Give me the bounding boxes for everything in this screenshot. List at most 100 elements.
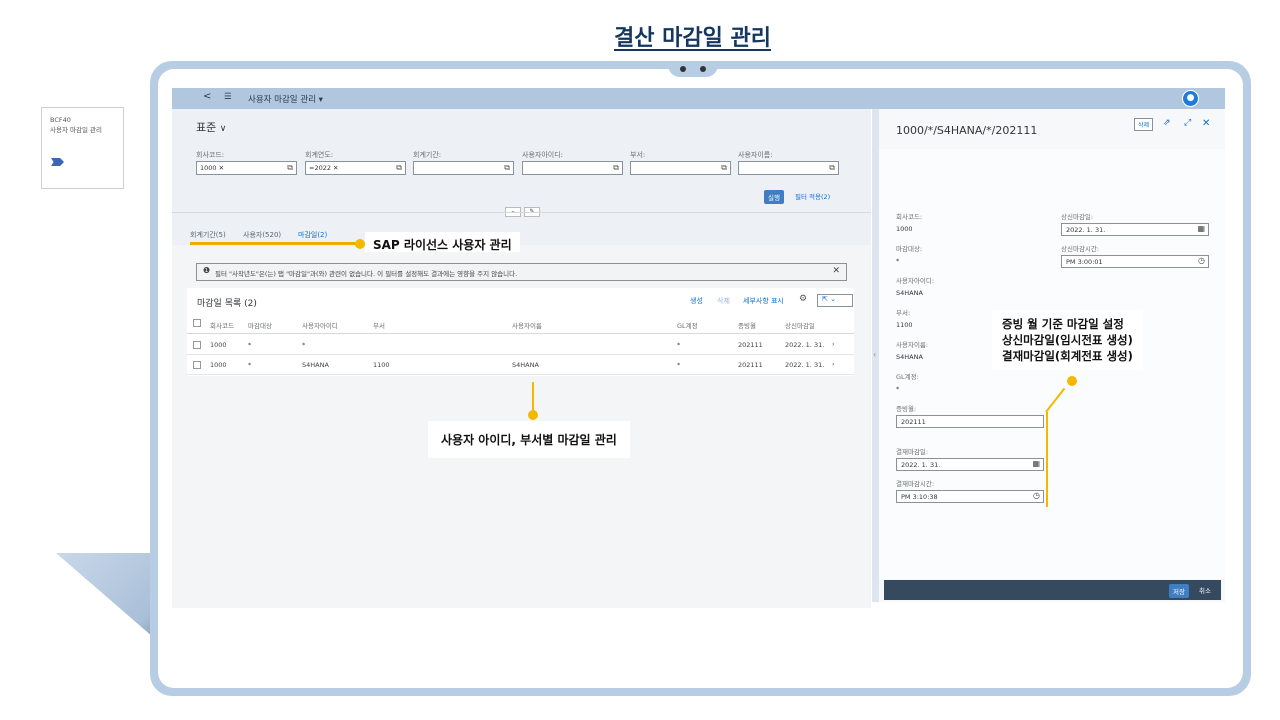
detail-field-label: 마감대상:	[896, 245, 923, 253]
detail-field-value: *	[896, 385, 900, 393]
table-cell: S4HANA	[512, 361, 539, 369]
close-date-label: 결재마감일:	[896, 448, 929, 456]
back-icon[interactable]: <	[203, 91, 211, 102]
column-header[interactable]: 상신마감일	[785, 320, 815, 330]
sensor-icon	[700, 66, 706, 72]
column-header[interactable]: 사용자이름	[512, 320, 542, 330]
detail-field-label: 부서:	[896, 309, 911, 317]
filter-value: =2022 ✕	[309, 164, 339, 172]
callout-right-line-1: 증빙 월 기준 마감일 설정	[1002, 317, 1124, 331]
filter-value: 1000 ✕	[200, 164, 225, 172]
submit-date-value: 2022. 1. 31.	[1066, 226, 1106, 234]
message-text: 필터 "사작년도"은(는) 탭 "마감일"과(와) 관련이 없습니다. 이 필터…	[215, 270, 518, 278]
adapt-filters-link[interactable]: 필터 적용(2)	[795, 191, 830, 201]
callout-right-line-3: 결재마감일(회계전표 생성)	[1002, 349, 1133, 363]
clock-icon[interactable]: ◷	[1033, 491, 1040, 500]
close-panel-icon[interactable]: ✕	[1202, 118, 1210, 129]
filter-bar	[172, 109, 871, 245]
calendar-icon[interactable]: ▦	[1032, 459, 1040, 468]
row-navigation-icon[interactable]: ›	[832, 340, 835, 348]
shell-bar: < ☰ 사용자 마감일 관리 ▾ ●	[172, 88, 1225, 109]
user-avatar-icon[interactable]: ●	[1182, 90, 1199, 107]
table-cell: *	[302, 341, 306, 349]
message-strip: ❶ 필터 "사작년도"은(는) 탭 "마감일"과(와) 관련이 없습니다. 이 …	[196, 263, 847, 281]
delete-button[interactable]: 삭제	[717, 296, 730, 306]
detail-field-value: S4HANA	[896, 353, 923, 361]
table-cell: 2022. 1. 31.	[785, 341, 825, 349]
camera-icon	[680, 66, 686, 72]
detail-field-value: 1100	[896, 321, 913, 329]
export-menu-icon[interactable]: ⇱ ⌄	[817, 294, 853, 307]
column-header[interactable]: GL계정	[677, 320, 698, 330]
filter-label: 회사코드:	[196, 151, 225, 159]
callout-dot-user	[528, 410, 538, 420]
row-checkbox[interactable]	[193, 341, 201, 349]
close-time-value: PM 3:10:38	[901, 493, 938, 501]
filter-label: 부서:	[630, 151, 646, 159]
value-help-icon[interactable]: ⧉	[829, 163, 835, 173]
filter-input[interactable]: ⧉	[738, 161, 839, 175]
close-time-input[interactable]: PM 3:10:38 ◷	[896, 490, 1044, 503]
column-header[interactable]: 증빙월	[738, 320, 756, 330]
tab-deadlines[interactable]: 마감일(2)	[298, 230, 327, 240]
table-cell: 1100	[373, 361, 390, 369]
table-cell: *	[248, 341, 252, 349]
submit-time-value: PM 3:00:01	[1066, 258, 1103, 266]
select-all-checkbox[interactable]	[193, 319, 201, 327]
filter-label: 사용자이름:	[738, 151, 773, 159]
filter-input[interactable]: =2022 ✕ ⧉	[305, 161, 406, 175]
clock-icon[interactable]: ◷	[1198, 256, 1205, 265]
table-cell: *	[677, 341, 681, 349]
filter-input[interactable]: ⧉	[630, 161, 731, 175]
table-cell: 1000	[210, 341, 227, 349]
submit-date-label: 상신마감일:	[1061, 213, 1094, 221]
save-button[interactable]: 저장	[1169, 584, 1189, 598]
period-label: 증빙월:	[896, 405, 917, 413]
fullscreen-icon[interactable]: ⤢	[1184, 118, 1191, 128]
table-cell: 202111	[738, 361, 763, 369]
tablet-notch	[668, 61, 718, 77]
row-navigation-icon[interactable]: ›	[832, 360, 835, 368]
column-header[interactable]: 사용자아이디	[302, 320, 338, 330]
filter-input[interactable]: ⧉	[413, 161, 514, 175]
app-title[interactable]: 사용자 마감일 관리 ▾	[248, 93, 323, 105]
callout-right-line-2: 상신마감일(임시전표 생성)	[1002, 333, 1133, 347]
create-button[interactable]: 생성	[690, 296, 703, 306]
tab-users[interactable]: 사용자(520)	[243, 230, 281, 240]
tab-period[interactable]: 회계기간(5)	[190, 230, 226, 240]
variant-selector[interactable]: 표준 ∨	[196, 119, 226, 135]
close-date-input[interactable]: 2022. 1. 31. ▦	[896, 458, 1044, 471]
callout-user: 사용자 아이디, 부서별 마감일 관리	[428, 421, 630, 458]
filter-input[interactable]: 1000 ✕ ⧉	[196, 161, 297, 175]
calendar-icon[interactable]: ▦	[1197, 224, 1205, 233]
detail-field-value: *	[896, 257, 900, 265]
row-checkbox[interactable]	[193, 361, 201, 369]
share-icon[interactable]: ⇗	[1163, 118, 1171, 128]
value-help-icon[interactable]: ⧉	[396, 163, 402, 173]
value-help-icon[interactable]: ⧉	[613, 163, 619, 173]
column-header[interactable]: 마감대상	[248, 320, 272, 330]
header-divider	[172, 212, 871, 213]
settings-icon[interactable]: ⚙	[799, 294, 807, 304]
column-header[interactable]: 부서	[373, 320, 385, 330]
column-header[interactable]: 회사코드	[210, 320, 234, 330]
chevron-down-icon: ∨	[219, 124, 227, 134]
filter-label: 회계연도:	[305, 151, 334, 159]
value-help-icon[interactable]: ⧉	[504, 163, 510, 173]
close-icon[interactable]: ✕	[832, 266, 840, 276]
menu-icon[interactable]: ☰	[224, 92, 232, 102]
value-help-icon[interactable]: ⧉	[287, 163, 293, 173]
info-icon: ❶	[203, 266, 211, 275]
cancel-button[interactable]: 취소	[1199, 585, 1211, 595]
app-tile[interactable]: BCF40 사용자 마감일 관리	[41, 107, 124, 189]
value-help-icon[interactable]: ⧉	[721, 163, 727, 173]
details-button[interactable]: 세부사항 표시	[743, 296, 784, 306]
submit-date-input[interactable]: 2022. 1. 31. ▦	[1061, 223, 1209, 236]
delete-object-button[interactable]: 삭제	[1134, 118, 1154, 131]
filter-input[interactable]: ⧉	[522, 161, 623, 175]
close-time-label: 결재마감시간:	[896, 480, 935, 488]
period-input[interactable]: 202111	[896, 415, 1044, 428]
go-button[interactable]: 실행	[764, 190, 784, 204]
submit-time-input[interactable]: PM 3:00:01 ◷	[1061, 255, 1209, 268]
splitter-handle-icon[interactable]: ‹	[873, 350, 876, 359]
